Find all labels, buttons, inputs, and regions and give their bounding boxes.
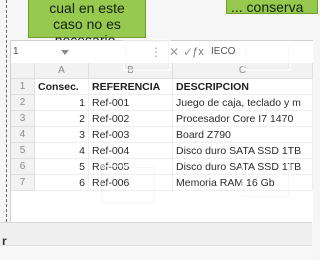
- dashed-guide-line: [6, 0, 7, 222]
- row-header-5[interactable]: 5: [11, 143, 35, 159]
- cell-c4[interactable]: Board Z790: [173, 127, 313, 143]
- cell-b4[interactable]: Ref-003: [89, 127, 173, 143]
- cell-a5[interactable]: 4: [35, 143, 89, 159]
- cell-a4-text: 3: [79, 129, 85, 141]
- row-header-1[interactable]: 1: [11, 79, 35, 95]
- cell-c3-text: Procesador Core I7 1470: [176, 113, 294, 125]
- cell-a1-text: Consec.: [38, 81, 79, 93]
- row-header-4[interactable]: 4: [11, 127, 35, 143]
- cell-a4[interactable]: 3: [35, 127, 89, 143]
- cell-a1[interactable]: Consec.: [35, 79, 89, 95]
- corner-header[interactable]: [11, 63, 35, 79]
- row-header-7[interactable]: 7: [11, 175, 35, 191]
- row-header-3-label: 3: [19, 113, 26, 124]
- sheet-grid[interactable]: A B C 1 2 3 4 5 6 7 Consec. REFERENCIA D…: [11, 39, 313, 223]
- name-box[interactable]: 1: [11, 43, 59, 61]
- row-header-2[interactable]: 2: [11, 95, 35, 111]
- cell-c4-text: Board Z790: [176, 129, 231, 141]
- column-header-a[interactable]: A: [35, 63, 89, 79]
- formula-text-snippet: IECO: [211, 46, 236, 57]
- cell-a6-text: 5: [79, 161, 85, 173]
- cell-a3-text: 2: [79, 113, 85, 125]
- cell-b2[interactable]: Ref-001: [89, 95, 173, 111]
- left-callout: cual en este caso no es necesario,: [28, 0, 146, 48]
- cell-a7-text: 6: [79, 177, 85, 189]
- screenshot-root: cual en este caso no es necesario, ... c…: [0, 0, 318, 260]
- cell-c5-text: Disco duro SATA SSD 1TB: [176, 145, 302, 157]
- cell-b3-text: Ref-002: [92, 113, 130, 125]
- insert-function-icon[interactable]: ƒx: [189, 43, 207, 61]
- cell-b4-text: Ref-003: [92, 129, 130, 141]
- left-callout-line-2: caso no es: [53, 16, 121, 32]
- column-header-a-label: A: [58, 65, 65, 76]
- cell-c3[interactable]: Procesador Core I7 1470: [173, 111, 313, 127]
- cell-a2-text: 1: [79, 97, 85, 109]
- cell-a6[interactable]: 5: [35, 159, 89, 175]
- name-box-value: 1: [13, 46, 19, 57]
- cell-b3[interactable]: Ref-002: [89, 111, 173, 127]
- watermark-box: [123, 39, 171, 71]
- row-header-2-label: 2: [19, 97, 26, 108]
- spreadsheet: 1 ⋮ ✕ ✓ ƒx IECO A B C 1 2 3 4 5 6 7 Cons…: [10, 39, 313, 223]
- cell-c2[interactable]: Juego de caja, teclado y m: [173, 95, 313, 111]
- row-header-3[interactable]: 3: [11, 111, 35, 127]
- watermark-box: [241, 161, 291, 199]
- cell-a2[interactable]: 1: [35, 95, 89, 111]
- cell-c2-text: Juego de caja, teclado y m: [176, 97, 301, 109]
- cell-a7[interactable]: 6: [35, 175, 89, 191]
- right-callout-text: ... conserva: [231, 0, 304, 15]
- bottom-bar: r: [0, 222, 312, 260]
- row-header-6-label: 6: [19, 161, 26, 172]
- cell-c5[interactable]: Disco duro SATA SSD 1TB: [173, 143, 313, 159]
- row-header-6[interactable]: 6: [11, 159, 35, 175]
- cell-a3[interactable]: 2: [35, 111, 89, 127]
- cell-b5-text: Ref-004: [92, 145, 130, 157]
- cell-b1[interactable]: REFERENCIA: [89, 79, 173, 95]
- cell-b1-text: REFERENCIA: [92, 81, 161, 93]
- cell-c1-text: DESCRIPCION: [176, 81, 249, 93]
- watermark-box: [99, 165, 157, 205]
- row-header-4-label: 4: [19, 129, 26, 140]
- left-callout-line-1: cual en este: [49, 0, 125, 16]
- cell-b5[interactable]: Ref-004: [89, 143, 173, 159]
- cell-a5-text: 4: [79, 145, 85, 157]
- chevron-down-icon[interactable]: [61, 50, 69, 55]
- row-header-7-label: 7: [19, 177, 26, 188]
- row-header-5-label: 5: [19, 145, 26, 156]
- watermark-box: [243, 43, 291, 71]
- right-callout: ... conserva: [226, 0, 318, 15]
- cell-c1[interactable]: DESCRIPCION: [173, 79, 313, 95]
- cell-b2-text: Ref-001: [92, 97, 130, 109]
- row-header-1-label: 1: [19, 81, 26, 92]
